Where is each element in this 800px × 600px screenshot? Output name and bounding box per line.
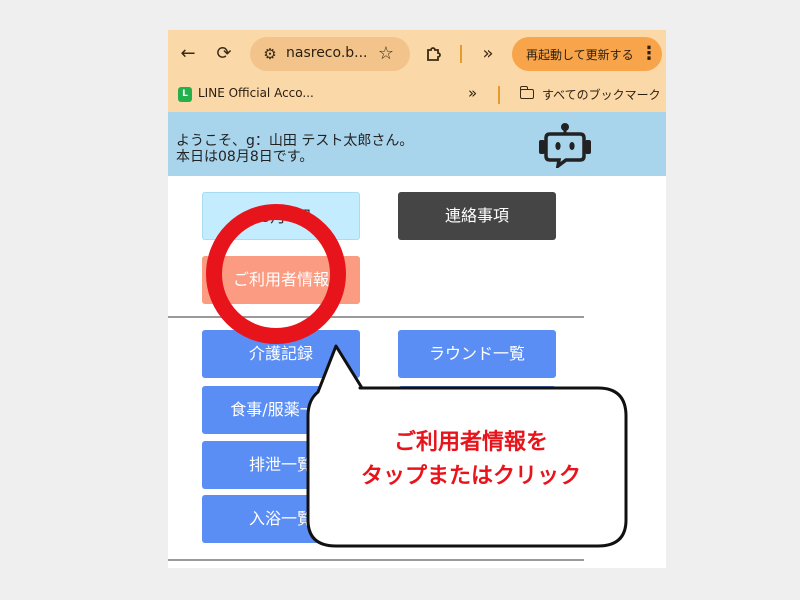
all-bookmarks-link[interactable]: すべてのブックマーク bbox=[542, 86, 661, 103]
address-bar[interactable]: ⚙ nasreco.b... ☆ bbox=[250, 37, 410, 71]
update-restart-label: 再起動して更新する bbox=[526, 48, 634, 62]
menu-button-hidden-3[interactable] bbox=[398, 495, 556, 543]
overflow-chevron-icon[interactable]: » bbox=[476, 42, 500, 66]
bookmark-line-official[interactable]: LINE Official Acco... bbox=[198, 86, 314, 100]
back-arrow-icon[interactable]: ← bbox=[176, 42, 200, 66]
robot-icon bbox=[539, 123, 591, 168]
bookmarks-overflow-icon[interactable]: » bbox=[468, 84, 477, 102]
section-divider bbox=[168, 316, 584, 318]
callout-instruction: ご利用者情報を タップまたはクリック bbox=[312, 425, 630, 493]
callout-line1: ご利用者情報を bbox=[393, 429, 548, 455]
bath-list-button[interactable]: 入浴一覧 bbox=[202, 495, 360, 543]
toolbar-separator bbox=[460, 45, 462, 63]
browser-toolbar: ← ⟳ ⚙ nasreco.b... ☆ » 再起動して更新する ⋮ bbox=[168, 30, 666, 78]
kebab-menu-icon[interactable]: ⋮ bbox=[640, 42, 658, 66]
update-restart-button[interactable]: 再起動して更新する ⋮ bbox=[512, 37, 662, 71]
today-date-button[interactable]: 08月8日 bbox=[202, 192, 360, 240]
user-info-button[interactable]: ご利用者情報 bbox=[202, 256, 360, 304]
site-settings-icon[interactable]: ⚙ bbox=[258, 42, 282, 66]
notice-button[interactable]: 連絡事項 bbox=[398, 192, 556, 240]
reload-icon[interactable]: ⟳ bbox=[212, 42, 236, 66]
folder-icon bbox=[519, 86, 534, 99]
care-record-button[interactable]: 介護記録 bbox=[202, 330, 360, 378]
bookmarks-separator bbox=[498, 86, 500, 104]
welcome-banner: ようこそ、g：山田 テスト太郎さん。 本日は08月8日です。 bbox=[168, 112, 666, 176]
extensions-icon[interactable] bbox=[422, 42, 446, 66]
bookmarks-bar: L LINE Official Acco... » すべてのブックマーク bbox=[168, 78, 666, 112]
bottom-divider bbox=[168, 559, 584, 561]
round-list-button[interactable]: ラウンド一覧 bbox=[398, 330, 556, 378]
today-date-message: 本日は08月8日です。 bbox=[176, 149, 314, 165]
bookmark-star-icon[interactable]: ☆ bbox=[374, 42, 398, 66]
url-text: nasreco.b... bbox=[286, 45, 368, 61]
callout-line2: タップまたはクリック bbox=[360, 463, 581, 489]
line-icon: L bbox=[178, 87, 192, 102]
